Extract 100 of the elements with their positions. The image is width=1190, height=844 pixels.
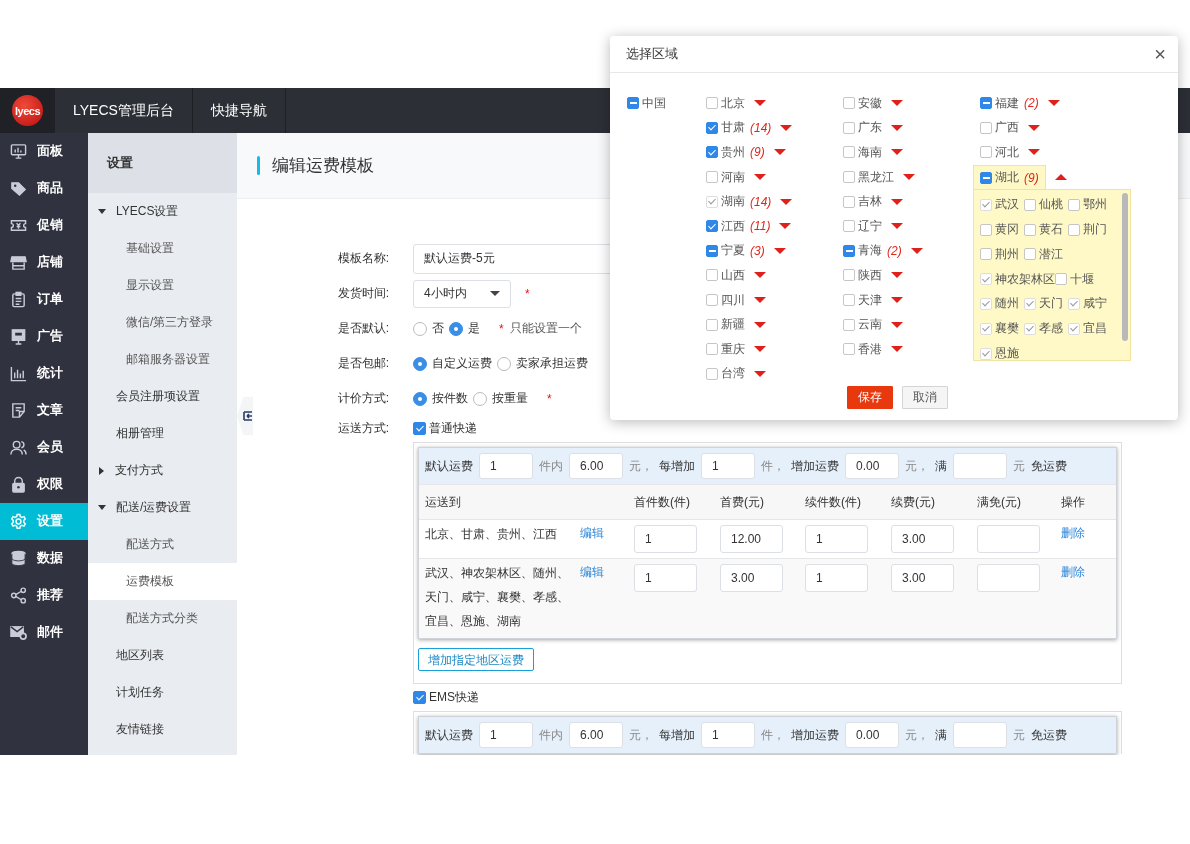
checkbox[interactable] bbox=[843, 294, 855, 307]
sidebar-item[interactable]: 支付方式 bbox=[88, 452, 237, 489]
checkbox[interactable] bbox=[706, 244, 718, 257]
caret-icon[interactable] bbox=[754, 174, 766, 181]
caret-icon[interactable] bbox=[891, 321, 903, 328]
sidebar-item[interactable]: 运费模板 bbox=[88, 563, 237, 600]
caret-icon[interactable] bbox=[754, 321, 766, 328]
main-nav-item[interactable]: 促销 bbox=[0, 207, 88, 244]
caret-icon[interactable] bbox=[1028, 149, 1040, 156]
caret-icon[interactable] bbox=[1047, 100, 1060, 107]
checkbox[interactable] bbox=[706, 171, 718, 184]
radio-button[interactable] bbox=[413, 391, 427, 406]
radio-button[interactable] bbox=[449, 321, 463, 336]
checkbox[interactable] bbox=[706, 121, 718, 134]
fee-input[interactable]: 1 bbox=[805, 564, 868, 592]
checkbox[interactable] bbox=[980, 97, 992, 110]
sidebar-item[interactable]: 微信/第三方登录 bbox=[88, 304, 237, 341]
checkbox[interactable] bbox=[1055, 273, 1067, 286]
checkbox[interactable] bbox=[1024, 198, 1036, 211]
fee-input[interactable]: 1 bbox=[634, 525, 697, 553]
checkbox[interactable] bbox=[843, 195, 855, 208]
delete-link[interactable]: 删除 bbox=[1061, 526, 1085, 540]
checkbox[interactable] bbox=[980, 171, 992, 184]
add-region-fee-button[interactable]: 增加指定地区运费 bbox=[418, 648, 534, 671]
main-nav-item[interactable]: 广告 bbox=[0, 318, 88, 355]
checkbox[interactable] bbox=[706, 220, 718, 233]
sidebar-item[interactable]: 显示设置 bbox=[88, 267, 237, 304]
ship-time-select[interactable]: 4小时内 bbox=[413, 279, 511, 308]
main-nav-item[interactable]: 商品 bbox=[0, 170, 88, 207]
fee-input[interactable]: 6.00 bbox=[569, 722, 623, 748]
fee-input[interactable]: 0.00 bbox=[845, 453, 899, 479]
collapse-handle[interactable] bbox=[237, 397, 253, 435]
caret-icon[interactable] bbox=[910, 247, 923, 254]
checkbox[interactable] bbox=[413, 690, 426, 704]
caret-icon[interactable] bbox=[773, 247, 786, 254]
main-nav-item[interactable]: 权限 bbox=[0, 466, 88, 503]
sidebar-item[interactable]: 配送/运费设置 bbox=[88, 489, 237, 526]
fee-input[interactable]: 3.00 bbox=[891, 525, 954, 553]
fee-input[interactable] bbox=[953, 722, 1007, 748]
checkbox[interactable] bbox=[843, 269, 855, 282]
caret-icon[interactable] bbox=[891, 149, 903, 156]
caret-icon[interactable] bbox=[891, 346, 903, 353]
fee-input[interactable]: 0.00 bbox=[845, 722, 899, 748]
checkbox[interactable] bbox=[627, 97, 639, 110]
fee-input[interactable]: 12.00 bbox=[720, 525, 783, 553]
main-nav-item[interactable]: 推荐 bbox=[0, 577, 88, 614]
fee-input[interactable]: 3.00 bbox=[891, 564, 954, 592]
caret-icon[interactable] bbox=[773, 149, 786, 156]
main-nav-item[interactable]: 订单 bbox=[0, 281, 88, 318]
fee-input[interactable]: 1 bbox=[701, 453, 755, 479]
caret-icon[interactable] bbox=[754, 272, 766, 279]
fee-input[interactable] bbox=[953, 453, 1007, 479]
checkbox[interactable] bbox=[1024, 248, 1036, 261]
caret-icon[interactable] bbox=[891, 100, 903, 107]
checkbox[interactable] bbox=[706, 294, 718, 307]
checkbox[interactable] bbox=[843, 343, 855, 356]
checkbox[interactable] bbox=[413, 421, 426, 435]
checkbox[interactable] bbox=[706, 343, 718, 356]
caret-icon[interactable] bbox=[891, 198, 903, 205]
checkbox[interactable] bbox=[1024, 223, 1036, 236]
sidebar-item[interactable]: LYECS设置 bbox=[88, 193, 237, 230]
main-nav-item[interactable]: 统计 bbox=[0, 355, 88, 392]
caret-icon[interactable] bbox=[779, 223, 792, 230]
caret-icon[interactable] bbox=[754, 346, 766, 353]
fee-input[interactable] bbox=[977, 564, 1040, 592]
caret-icon[interactable] bbox=[1028, 124, 1040, 131]
checkbox[interactable] bbox=[843, 318, 855, 331]
checkbox[interactable] bbox=[1068, 223, 1080, 236]
main-nav-item[interactable]: 邮件 bbox=[0, 614, 88, 651]
sidebar-item[interactable]: 友情链接 bbox=[88, 711, 237, 748]
main-nav-item[interactable]: 数据 bbox=[0, 540, 88, 577]
checkbox[interactable] bbox=[843, 220, 855, 233]
checkbox[interactable] bbox=[843, 244, 855, 257]
radio-button[interactable] bbox=[473, 391, 487, 406]
checkbox[interactable] bbox=[843, 97, 855, 110]
radio-button[interactable] bbox=[413, 321, 427, 336]
checkbox[interactable] bbox=[980, 146, 992, 159]
caret-icon[interactable] bbox=[754, 100, 766, 107]
caret-icon[interactable] bbox=[891, 297, 903, 304]
caret-icon[interactable] bbox=[903, 174, 915, 181]
checkbox[interactable] bbox=[980, 248, 992, 261]
delete-link[interactable]: 删除 bbox=[1061, 565, 1085, 579]
caret-icon[interactable] bbox=[754, 370, 766, 377]
fee-input[interactable]: 1 bbox=[805, 525, 868, 553]
fee-input[interactable]: 1 bbox=[479, 722, 533, 748]
caret-icon[interactable] bbox=[891, 124, 903, 131]
main-nav-item[interactable]: 面板 bbox=[0, 133, 88, 170]
fee-input[interactable]: 3.00 bbox=[720, 564, 783, 592]
fee-input[interactable]: 1 bbox=[701, 722, 755, 748]
checkbox[interactable] bbox=[706, 146, 718, 159]
sidebar-item[interactable]: 配送方式分类 bbox=[88, 600, 237, 637]
sidebar-item[interactable]: 相册管理 bbox=[88, 415, 237, 452]
sidebar-item[interactable]: 配送方式 bbox=[88, 526, 237, 563]
checkbox[interactable] bbox=[706, 269, 718, 282]
main-nav-item[interactable]: 店铺 bbox=[0, 244, 88, 281]
sidebar-item[interactable]: 计划任务 bbox=[88, 674, 237, 711]
main-nav-item[interactable]: 会员 bbox=[0, 429, 88, 466]
checkbox[interactable] bbox=[1068, 198, 1080, 211]
fee-input[interactable]: 1 bbox=[634, 564, 697, 592]
checkbox[interactable] bbox=[980, 223, 992, 236]
